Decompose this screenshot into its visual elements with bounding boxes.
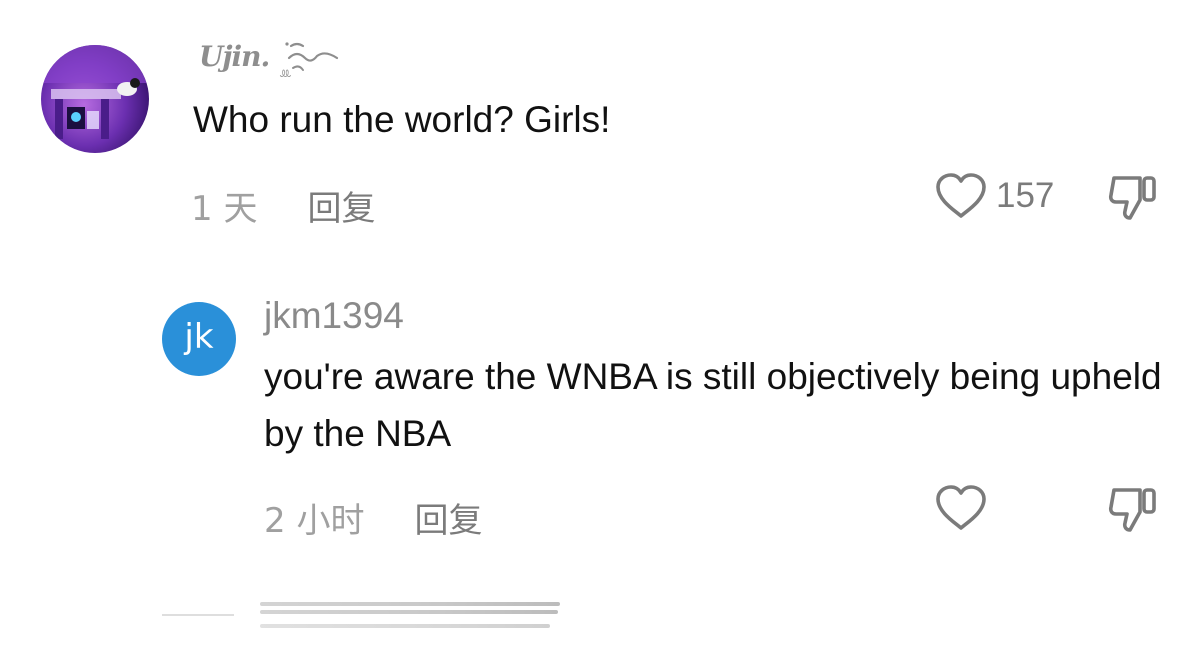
like-count: 157 [996, 176, 1055, 215]
svg-text:ꔛ: ꔛ [279, 67, 292, 82]
username-emoji-decoration: ꔛ [279, 42, 339, 82]
timestamp: 2 小时 [264, 500, 365, 541]
reply-button[interactable]: 回复 [307, 181, 375, 230]
loading-bar [260, 602, 560, 606]
avatar-initials: jk [184, 317, 214, 357]
loading-bar [260, 624, 550, 628]
thumbs-down-icon [1108, 488, 1156, 532]
thumbs-down-icon [1108, 176, 1156, 220]
avatar[interactable] [41, 45, 149, 153]
thread-divider [162, 614, 234, 616]
heart-icon [936, 173, 986, 218]
username[interactable]: jkm1394 [264, 292, 404, 340]
loading-bar [260, 610, 558, 614]
timestamp: 1 天 [191, 188, 258, 229]
like-button[interactable] [934, 484, 988, 537]
avatar[interactable]: jk [162, 302, 236, 376]
dislike-button[interactable] [1106, 484, 1160, 539]
reply-button[interactable]: 回复 [414, 493, 482, 542]
dislike-button[interactable] [1106, 172, 1160, 227]
comment-meta: 1 天 回复 [191, 180, 375, 230]
like-button[interactable]: 157 [934, 172, 1054, 220]
comment-text: you're aware the WNBA is still objective… [264, 356, 1162, 454]
loading-placeholder [260, 598, 565, 632]
comment-text: Who run the world? Girls! [193, 99, 611, 140]
comment-thread: Ujin. ꔛ Who run the world? Girls! 1 天 回复… [0, 0, 1200, 663]
comment-meta: 2 小时 回复 [264, 492, 482, 542]
username-text: Ujin. [199, 40, 270, 73]
avatar-photo [41, 45, 149, 153]
heart-icon [936, 485, 986, 530]
